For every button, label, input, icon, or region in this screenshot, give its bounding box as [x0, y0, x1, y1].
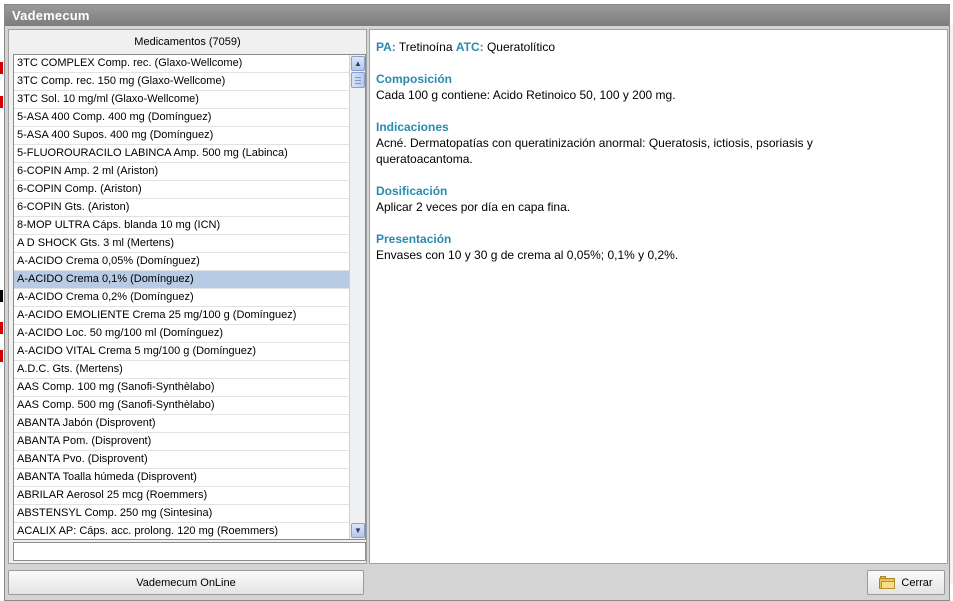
section-title-indicaciones: Indicaciones [376, 120, 449, 134]
list-item[interactable]: A-ACIDO EMOLIENTE Crema 25 mg/100 g (Dom… [14, 307, 350, 325]
list-item[interactable]: A-ACIDO Crema 0,05% (Domínguez) [14, 253, 350, 271]
vademecum-online-button[interactable]: Vademecum OnLine [8, 570, 364, 595]
list-item[interactable]: 5-FLUOROURACILO LABINCA Amp. 500 mg (Lab… [14, 145, 350, 163]
list-item[interactable]: 5-ASA 400 Supos. 400 mg (Domínguez) [14, 127, 350, 145]
medication-search-input[interactable] [13, 542, 366, 561]
list-item[interactable]: ABANTA Pvo. (Disprovent) [14, 451, 350, 469]
medication-list-header: Medicamentos (7059) [134, 36, 241, 48]
section-body-presentacion: Envases con 10 y 30 g de crema al 0,05%;… [376, 248, 679, 262]
vademecum-online-label: Vademecum OnLine [136, 576, 236, 589]
list-item[interactable]: ABRILAR Aerosol 25 mcg (Roemmers) [14, 487, 350, 505]
list-item[interactable]: A-ACIDO Loc. 50 mg/100 ml (Domínguez) [14, 325, 350, 343]
list-item[interactable]: 3TC Sol. 10 mg/ml (Glaxo-Wellcome) [14, 91, 350, 109]
list-item[interactable]: 3TC Comp. rec. 150 mg (Glaxo-Wellcome) [14, 73, 350, 91]
list-item[interactable]: 5-ASA 400 Comp. 400 mg (Domínguez) [14, 109, 350, 127]
list-scrollbar[interactable]: ▲ ▼ [349, 55, 365, 539]
section-title-presentacion: Presentación [376, 232, 452, 246]
background-mark [0, 350, 3, 362]
arrow-up-icon: ▲ [354, 58, 362, 68]
list-item[interactable]: 8-MOP ULTRA Cáps. blanda 10 mg (ICN) [14, 217, 350, 235]
list-item[interactable]: ABSTENSYL Comp. 250 mg (Sintesina) [14, 505, 350, 523]
medication-list-panel: Medicamentos (7059) 3TC COMPLEX Comp. re… [8, 29, 367, 564]
list-item[interactable]: A-ACIDO VITAL Crema 5 mg/100 g (Domíngue… [14, 343, 350, 361]
arrow-down-icon: ▼ [354, 525, 362, 535]
list-item[interactable]: 3TC COMPLEX Comp. rec. (Glaxo-Wellcome) [14, 55, 350, 73]
background-mark [0, 62, 3, 74]
atc-label: ATC: [455, 40, 484, 54]
folder-icon [879, 575, 896, 589]
scroll-up-button[interactable]: ▲ [351, 56, 365, 71]
list-item[interactable]: A D SHOCK Gts. 3 ml (Mertens) [14, 235, 350, 253]
list-item[interactable]: AAS Comp. 100 mg (Sanofi-Synthèlabo) [14, 379, 350, 397]
section-body-indicaciones: Acné. Dermatopatías con queratinización … [376, 136, 813, 166]
pa-label: PA: [376, 40, 396, 54]
list-item[interactable]: ABANTA Jabón (Disprovent) [14, 415, 350, 433]
background-mark [0, 322, 3, 334]
close-button[interactable]: Cerrar [867, 570, 945, 595]
background-mark [0, 96, 3, 108]
background-mark [0, 290, 3, 302]
close-button-label: Cerrar [901, 576, 933, 589]
medication-listbox[interactable]: 3TC COMPLEX Comp. rec. (Glaxo-Wellcome) 3… [13, 54, 366, 540]
list-item[interactable]: ABANTA Toalla húmeda (Disprovent) [14, 469, 350, 487]
section-body-dosificacion: Aplicar 2 veces por día en capa fina. [376, 200, 571, 214]
dialog-title[interactable]: Vademecum [5, 5, 949, 26]
list-item[interactable]: 6-COPIN Gts. (Ariston) [14, 199, 350, 217]
medication-list-items: 3TC COMPLEX Comp. rec. (Glaxo-Wellcome) 3… [14, 55, 350, 539]
active-ingredient-line: PA: Tretinoína ATC: Queratolítico [376, 39, 941, 55]
section-title-composicion: Composición [376, 72, 453, 86]
section-body-composicion: Cada 100 g contiene: Acido Retinoico 50,… [376, 88, 676, 102]
medication-detail-panel: PA: Tretinoína ATC: Queratolítico Compos… [369, 29, 948, 564]
list-item[interactable]: AAS Comp. 500 mg (Sanofi-Synthèlabo) [14, 397, 350, 415]
scroll-down-button[interactable]: ▼ [351, 523, 365, 538]
list-item[interactable]: 6-COPIN Comp. (Ariston) [14, 181, 350, 199]
vademecum-dialog: Vademecum Medicamentos (7059) 3TC COMPLE… [4, 4, 950, 601]
list-item[interactable]: ACALIX AP: Cáps. acc. prolong. 120 mg (R… [14, 523, 350, 539]
list-item[interactable]: A.D.C. Gts. (Mertens) [14, 361, 350, 379]
list-item[interactable]: 6-COPIN Amp. 2 ml (Ariston) [14, 163, 350, 181]
list-item[interactable]: ABANTA Pom. (Disprovent) [14, 433, 350, 451]
scroll-thumb[interactable] [351, 72, 365, 88]
pa-value: Tretinoína [398, 40, 453, 54]
section-title-dosificacion: Dosificación [376, 184, 448, 198]
list-item[interactable]: A-ACIDO Crema 0,1% (Domínguez) [14, 271, 350, 289]
atc-value: Queratolítico [486, 40, 556, 54]
list-item[interactable]: A-ACIDO Crema 0,2% (Domínguez) [14, 289, 350, 307]
